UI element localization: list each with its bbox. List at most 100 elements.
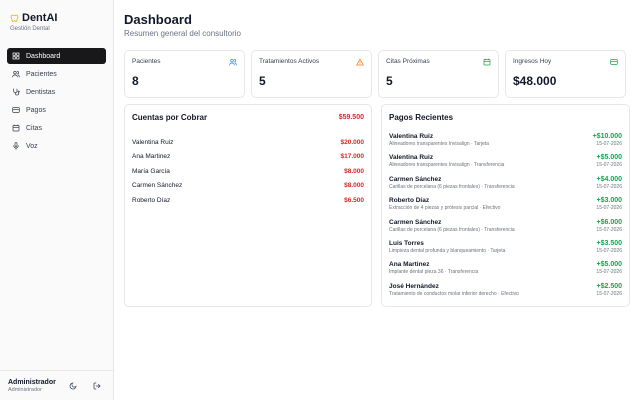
stat-label: Citas Próximas [386, 58, 430, 65]
amount-due: $8.000 [344, 182, 364, 190]
panel-title: Cuentas por Cobrar [132, 113, 208, 122]
payment-amount: +$2.500 [596, 282, 623, 290]
sidebar-nav: Dashboard Pacientes Dentistas Pagos Cita… [0, 48, 113, 154]
stat-value: 5 [386, 74, 393, 88]
payment-amount: +$6.000 [596, 218, 623, 226]
patient-name: María García [132, 167, 170, 175]
sidebar-item-label: Voz [26, 142, 38, 150]
calendar-icon [483, 58, 491, 66]
payment-description: Alineadores transparentes Invisalign · T… [389, 141, 489, 147]
payment-date: 15-07-2026 [596, 183, 622, 190]
list-item[interactable]: Valentina Ruiz Alineadores transparentes … [389, 154, 622, 175]
stat-card-citas: Citas Próximas 5 [378, 50, 499, 98]
brand-subtitle: Gestión Dental [10, 26, 50, 32]
sidebar-item-label: Pagos [26, 106, 46, 114]
microphone-icon [13, 142, 19, 150]
sidebar-item-voz[interactable]: Voz [7, 138, 106, 154]
payment-amount: +$5.000 [596, 154, 623, 162]
payment-amount: +$4.000 [596, 175, 623, 183]
payer-name: José Hernández [389, 282, 439, 290]
users-icon [229, 58, 237, 66]
payer-name: Valentina Ruiz [389, 133, 434, 140]
stat-card-pacientes: Pacientes 8 [124, 50, 245, 98]
sidebar-item-label: Citas [26, 124, 42, 132]
list-item[interactable]: Carmen Sánchez Carillas de porcelana (6 p… [389, 219, 622, 240]
payer-name: Roberto Díaz [389, 197, 430, 205]
sidebar-item-label: Dashboard [26, 52, 61, 60]
card-icon [610, 59, 618, 65]
payment-description: Extracción de 4 piezas y prótesis parcia… [389, 205, 501, 212]
stat-value: 5 [259, 74, 266, 88]
patient-name: Carmen Sánchez [132, 182, 183, 190]
warning-icon [356, 58, 364, 66]
payment-date: 15-07-2026 [596, 205, 622, 212]
panel-title: Pagos Recientes [389, 113, 454, 122]
stat-label: Tratamientos Activos [259, 58, 320, 65]
payment-date: 15-07-2026 [596, 269, 622, 276]
list-item[interactable]: Roberto Díaz Extracción de 4 piezas y pró… [389, 197, 622, 218]
payments-list: Valentina Ruiz Alineadores transparentes … [389, 133, 622, 304]
payment-date: 15-07-2026 [596, 290, 622, 297]
list-item[interactable]: Luis Torres Limpieza dental profunda y bl… [389, 240, 622, 261]
sidebar-item-label: Dentistas [26, 88, 56, 96]
payment-description: Alineadores transparentes Invisalign · T… [389, 162, 505, 169]
page-subtitle: Resumen general del consultorio [124, 29, 241, 38]
amount-due: $6.500 [344, 196, 364, 204]
sidebar-item-citas[interactable]: Citas [7, 120, 106, 136]
payer-name: Carmen Sánchez [389, 218, 442, 226]
user-role: Administrador [8, 386, 42, 393]
list-item[interactable]: Valentina Ruiz Alineadores transparentes … [389, 133, 622, 154]
sidebar-item-label: Pacientes [26, 70, 57, 78]
stat-card-ingresos: Ingresos Hoy $48.000 [505, 50, 626, 98]
list-item[interactable]: Ana Martinez Implante dental pieza 36 · T… [389, 261, 622, 282]
app: DentAI Gestión Dental Dashboard Paciente… [0, 0, 640, 400]
payment-amount: +$3.500 [596, 239, 623, 247]
brand-name: DentAI [22, 12, 58, 24]
recent-payments-panel: Pagos Recientes Valentina Ruiz Alineadore… [381, 104, 630, 307]
payment-amount: +$10.000 [592, 133, 622, 140]
payment-date: 15-07-2026 [596, 247, 622, 254]
users-icon [12, 70, 20, 78]
sidebar-item-dashboard[interactable]: Dashboard [7, 48, 106, 64]
moon-icon[interactable] [69, 382, 77, 390]
payer-name: Valentina Ruiz [389, 154, 434, 162]
amount-due: $20.000 [340, 138, 365, 146]
sidebar-item-pacientes[interactable]: Pacientes [7, 66, 106, 82]
list-item[interactable]: Roberto Díaz $6.500 [132, 193, 364, 208]
payment-date: 15-07-2026 [596, 226, 622, 233]
stats-row: Pacientes 8 Tratamientos Activos 5 Citas… [124, 50, 630, 98]
payment-date: 15-07-2026 [596, 141, 622, 147]
logout-icon[interactable] [93, 382, 101, 390]
stat-card-tratamientos: Tratamientos Activos 5 [251, 50, 372, 98]
stat-value: 8 [132, 74, 139, 88]
payment-amount: +$5.000 [596, 261, 623, 269]
user-name: Administrador [8, 378, 56, 386]
list-item[interactable]: José Hernández Tratamiento de conductos m… [389, 283, 622, 304]
payment-description: Carillas de porcelana (6 piezas frontale… [389, 183, 515, 190]
payer-name: Luis Torres [389, 239, 424, 247]
list-item[interactable]: Valentina Ruiz $20.000 [132, 135, 364, 150]
calendar-icon [12, 124, 20, 132]
main-content: Dashboard Resumen general del consultori… [114, 0, 640, 400]
panels-row: Cuentas por Cobrar $59.500 Valentina Rui… [124, 104, 630, 307]
patient-name: Valentina Ruiz [132, 138, 174, 146]
list-item[interactable]: Carmen Sánchez $8.000 [132, 179, 364, 194]
stat-label: Ingresos Hoy [513, 58, 552, 65]
dashboard-icon [12, 52, 20, 60]
patient-name: Roberto Díaz [132, 196, 171, 204]
patient-name: Ana Martinez [132, 153, 171, 161]
sidebar-item-pagos[interactable]: Pagos [7, 102, 106, 118]
list-item[interactable]: Ana Martinez $17.000 [132, 150, 364, 165]
sidebar: DentAI Gestión Dental Dashboard Paciente… [0, 0, 114, 400]
sidebar-item-dentistas[interactable]: Dentistas [7, 84, 106, 100]
list-item[interactable]: María García $8.000 [132, 164, 364, 179]
payment-description: Tratamiento de conductos molar inferior … [389, 290, 519, 297]
payment-date: 15-07-2026 [596, 162, 622, 169]
receivables-panel: Cuentas por Cobrar $59.500 Valentina Rui… [124, 104, 372, 307]
payer-name: Carmen Sánchez [389, 175, 442, 183]
credit-card-icon [12, 107, 20, 113]
payment-description: Carillas de porcelana (6 piezas frontale… [389, 226, 515, 233]
list-item[interactable]: Carmen Sánchez Carillas de porcelana (6 p… [389, 176, 622, 197]
tooth-logo-icon [10, 14, 19, 22]
amount-due: $17.000 [340, 153, 365, 161]
